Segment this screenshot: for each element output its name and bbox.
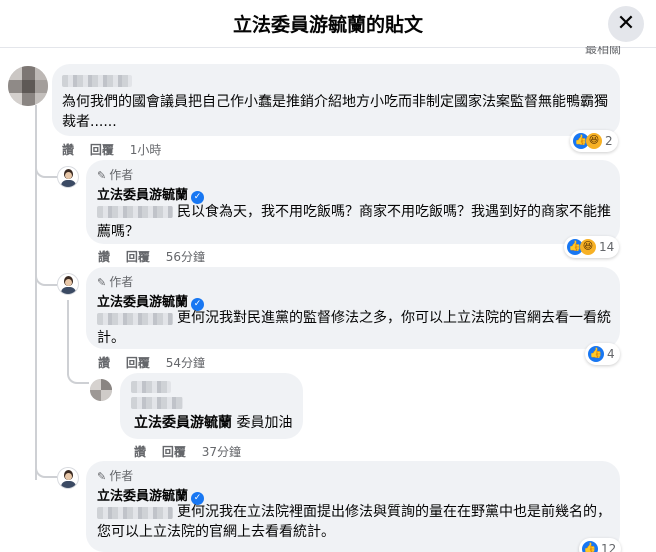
reaction-count: 2 — [605, 134, 613, 148]
reply-content: 委員加油 — [236, 415, 293, 431]
reply-text: 更何況我對民進黨的監督修法之多，你可以上立法院的官網去看一看統計。 — [97, 310, 611, 346]
close-icon: ✕ — [616, 11, 636, 36]
comment-text: 為何我們的國會議員把自己作小蠢是推銷介紹地方小吃而非制定國家法案監督無能鴨霸獨裁… — [62, 94, 608, 130]
reply-text: 更何況我在立法院裡面提出修法與質詢的量在在野黨中也是前幾名的，您可以上立法院的官… — [97, 504, 611, 540]
haha-reaction-icon: 😆 — [586, 133, 602, 149]
like-reaction-icon: 👍 — [588, 346, 604, 362]
haha-reaction-icon: 😆 — [580, 239, 596, 255]
reaction-count: 14 — [599, 240, 615, 254]
reaction-summary[interactable]: 👍 😆 2 — [570, 130, 618, 152]
author-tag: ✎ 作者 — [97, 469, 134, 483]
reaction-summary[interactable]: 👍 12 — [579, 538, 622, 552]
commenter-name-redacted[interactable] — [131, 397, 183, 409]
reply-timestamp[interactable]: 56分鐘 — [166, 250, 205, 264]
comment-timestamp[interactable]: 1小時 — [130, 143, 162, 157]
pencil-icon: ✎ — [97, 470, 107, 483]
like-button[interactable]: 讚 — [98, 356, 110, 370]
like-button[interactable]: 讚 — [62, 143, 74, 157]
pencil-icon: ✎ — [97, 169, 107, 182]
thread-connector — [35, 160, 57, 178]
reaction-summary[interactable]: 👍 😆 14 — [564, 236, 620, 258]
reply-bubble: ✎ 作者 立法委員游毓蘭 ✓ 更何況我對民進黨的監督修法之多，你可以上立法院的官網去… — [86, 267, 620, 349]
reaction-count: 12 — [601, 542, 617, 552]
reaction-count: 4 — [607, 347, 615, 361]
comment-bubble: 為何我們的國會議員把自己作小蠢是推銷介紹地方小吃而非制定國家法案監督無能鴨霸獨裁… — [52, 64, 620, 136]
sort-menu[interactable]: 最相關 — [585, 46, 621, 56]
dialog-title: 立法委員游毓蘭的貼文 — [232, 14, 423, 36]
reply-button[interactable]: 回覆 — [126, 356, 150, 370]
dialog-header: 立法委員游毓蘭的貼文 ✕ — [0, 0, 656, 48]
commenter-name-redacted[interactable] — [62, 75, 132, 87]
comment-actions: 讚 回覆 1小時 — [62, 141, 173, 158]
author-avatar[interactable] — [57, 166, 79, 188]
reply-bubble: 立法委員游毓蘭 委員加油 — [120, 373, 303, 439]
thread-connector — [67, 366, 89, 384]
like-reaction-icon: 👍 — [582, 541, 598, 552]
thread-line — [67, 300, 69, 375]
reply-button[interactable]: 回覆 — [90, 143, 114, 157]
commenter-avatar[interactable] — [90, 379, 112, 401]
mentioned-author-tag[interactable]: 立法委員游毓蘭 — [134, 415, 232, 431]
reply-actions: 讚 回覆 54分鐘 — [98, 354, 217, 371]
thread-connector — [35, 268, 57, 286]
reply-timestamp[interactable]: 37分鐘 — [202, 445, 241, 459]
commenter-name-redacted[interactable] — [131, 381, 171, 393]
reply-text: 立法委員游毓蘭 委員加油 — [134, 413, 304, 433]
author-tag: ✎ 作者 — [97, 168, 134, 182]
reply-bubble: ✎ 作者 立法委員游毓蘭 ✓ 更何況我在立法院裡面提出修法與質詢的量在在野黨中也是前… — [86, 461, 620, 552]
reply-button[interactable]: 回覆 — [126, 250, 150, 264]
thread-connector — [35, 460, 57, 478]
like-button[interactable]: 讚 — [98, 250, 110, 264]
author-avatar[interactable] — [57, 273, 79, 295]
reply-text: 民以食為天，我不用吃飯嗎？商家不用吃飯嗎？我遇到好的商家不能推薦嗎？ — [97, 204, 611, 240]
reaction-summary[interactable]: 👍 4 — [585, 343, 620, 365]
author-avatar[interactable] — [57, 467, 79, 489]
author-tag: ✎ 作者 — [97, 275, 134, 289]
reply-bubble: ✎ 作者 立法委員游毓蘭 ✓ 民以食為天，我不用吃飯嗎？商家不用吃飯嗎？我遇到好的商… — [86, 160, 620, 244]
reply-actions: 讚 回覆 56分鐘 — [98, 248, 217, 265]
author-name[interactable]: 立法委員游毓蘭 ✓ — [97, 184, 205, 204]
reply-button[interactable]: 回覆 — [162, 445, 186, 459]
close-button[interactable]: ✕ — [608, 6, 644, 42]
reply-timestamp[interactable]: 54分鐘 — [166, 356, 205, 370]
reply-actions: 讚 回覆 37分鐘 — [134, 443, 253, 460]
commenter-avatar[interactable] — [8, 66, 48, 106]
pencil-icon: ✎ — [97, 276, 107, 289]
like-button[interactable]: 讚 — [134, 445, 146, 459]
